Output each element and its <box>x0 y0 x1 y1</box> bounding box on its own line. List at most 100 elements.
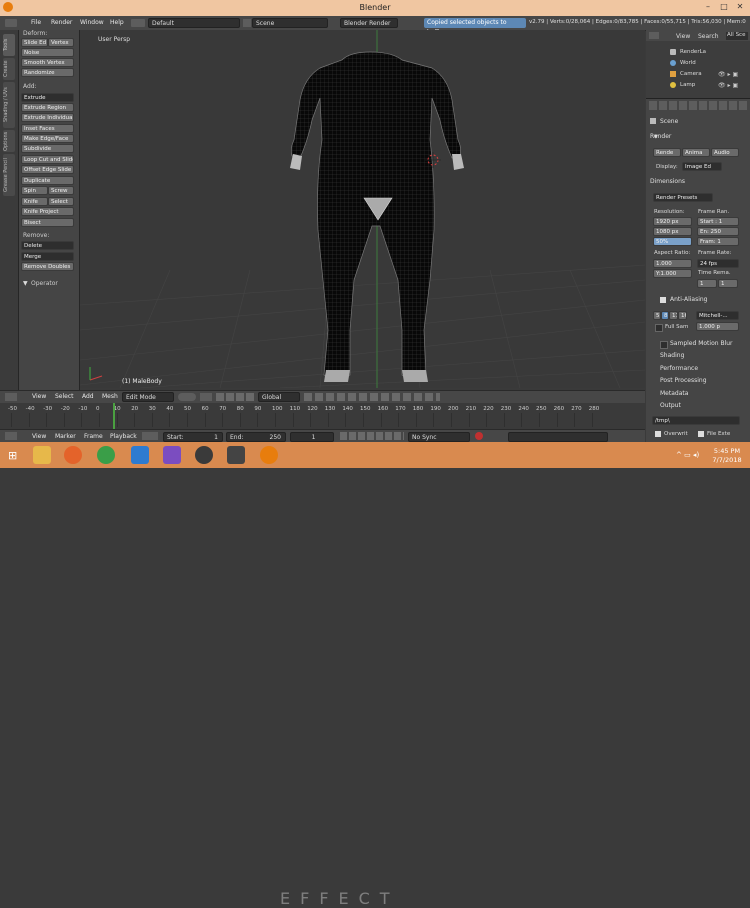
tab-grease-pencil[interactable]: Grease Pencil <box>3 154 15 196</box>
resolution-y-field[interactable]: 1080 px <box>653 227 692 236</box>
timeline-ruler[interactable]: -50 -40 -30 -20 -10 0 10 20 30 40 50 60 70 80 90 100 110… <box>0 405 645 429</box>
preview-range-icon[interactable] <box>142 432 158 440</box>
outliner-editor-icon[interactable] <box>649 32 659 39</box>
panel-collapse-icon[interactable]: ▼ <box>654 134 658 140</box>
timeline-menu-frame[interactable]: Frame <box>84 433 103 440</box>
file-extension-checkbox[interactable] <box>698 431 704 437</box>
menu-window[interactable]: Window <box>80 19 104 26</box>
manipulator-icons[interactable] <box>216 393 254 401</box>
start-windows-icon[interactable]: ⊞ <box>8 449 17 462</box>
render-presets-dropdown[interactable]: Render Presets <box>653 193 713 202</box>
loop-cut-slide-button[interactable]: Loop Cut and Slide <box>21 155 74 164</box>
tab-options[interactable]: Options <box>3 130 15 152</box>
slide-edge-button[interactable]: Slide Ed <box>21 38 48 47</box>
end-frame-input[interactable]: End: 250 <box>226 432 286 442</box>
motion-blur-checkbox[interactable] <box>660 341 668 349</box>
editor-type-icon[interactable] <box>5 19 17 27</box>
duplicate-button[interactable]: Duplicate <box>21 176 74 185</box>
menu-add[interactable]: Add <box>82 393 94 400</box>
layout-selector[interactable]: Default <box>148 18 240 28</box>
randomize-button[interactable]: Randomize <box>21 68 74 77</box>
system-tray-icons[interactable]: ^ ▭ ◂) <box>676 451 699 459</box>
menu-render[interactable]: Render <box>51 19 72 26</box>
timeline-menu-playback[interactable]: Playback <box>110 433 137 440</box>
make-edge-face-button[interactable]: Make Edge/Face <box>21 134 74 143</box>
resolution-x-field[interactable]: 1920 px <box>653 217 692 226</box>
aa-5-button[interactable]: 5 <box>653 311 661 320</box>
merge-dropdown[interactable]: Merge <box>21 252 74 261</box>
outliner-display-selector[interactable]: All Sce <box>726 32 748 40</box>
outliner-item-renderlayers[interactable]: RenderLa <box>680 49 706 55</box>
viewport-shading-icon[interactable] <box>178 393 196 401</box>
outliner-view-menu[interactable]: View <box>676 33 690 40</box>
shading-panel-header[interactable]: Shading <box>660 352 684 359</box>
bisect-button[interactable]: Bisect <box>21 218 74 227</box>
current-frame-input[interactable]: 1 <box>290 432 334 442</box>
menu-help[interactable]: Help <box>110 19 124 26</box>
3d-view-editor-icon[interactable] <box>5 393 17 401</box>
taskbar-date[interactable]: 7/7/2018 <box>710 456 744 464</box>
firefox-icon[interactable] <box>64 446 82 464</box>
aa-16-button[interactable]: 16 <box>678 311 687 320</box>
taskbar-clock[interactable]: 5:45 PM <box>712 447 742 455</box>
knife-project-button[interactable]: Knife Project <box>21 207 74 216</box>
add-layout-icon[interactable] <box>243 19 251 27</box>
webcam-app-icon[interactable] <box>195 446 213 464</box>
anti-aliasing-panel-header[interactable]: Anti-Aliasing <box>670 296 707 303</box>
security-shield-icon[interactable] <box>131 446 149 464</box>
operator-panel-header[interactable]: Operator <box>31 280 58 287</box>
aa-11-button[interactable]: 11 <box>669 311 678 320</box>
tab-tools[interactable]: Tools <box>3 34 15 56</box>
vertex-button[interactable]: Vertex <box>48 38 74 47</box>
current-frame-indicator[interactable] <box>113 403 115 429</box>
start-frame-field[interactable]: Start : 1 <box>697 217 739 226</box>
chrome-icon[interactable] <box>97 446 115 464</box>
timeline[interactable]: -50 -40 -30 -20 -10 0 10 20 30 40 50 60 70 80 90 100 110… <box>0 403 645 429</box>
file-explorer-icon[interactable] <box>33 446 51 464</box>
tab-shading-uvs[interactable]: Shading / UVs <box>3 82 15 128</box>
filter-size-field[interactable]: 1.000 p <box>696 322 739 331</box>
maximize-icon[interactable]: □ <box>716 2 732 11</box>
properties-context-tabs[interactable] <box>649 101 747 111</box>
render-engine-selector[interactable]: Blender Render <box>340 18 398 28</box>
mode-selector[interactable]: Edit Mode <box>122 392 174 402</box>
anti-aliasing-checkbox[interactable] <box>660 297 666 303</box>
output-panel-header[interactable]: Output <box>660 402 681 409</box>
extrude-dropdown[interactable]: Extrude <box>21 93 74 102</box>
lamp-visibility-icon[interactable]: 👁 ▸ ▣ <box>718 82 738 89</box>
menu-select[interactable]: Select <box>55 393 74 400</box>
time-remap-old-field[interactable]: 1 <box>697 279 717 288</box>
subdivide-button[interactable]: Subdivide <box>21 144 74 153</box>
outliner-item-camera[interactable]: Camera <box>680 71 702 77</box>
spin-button[interactable]: Spin <box>21 186 48 195</box>
frame-step-field[interactable]: Fram: 1 <box>697 237 739 246</box>
menu-mesh[interactable]: Mesh <box>102 393 118 400</box>
outliner-item-world[interactable]: World <box>680 60 696 66</box>
audio-button[interactable]: Audio <box>711 148 739 157</box>
keying-set-field[interactable] <box>508 432 608 442</box>
sync-mode-selector[interactable]: No Sync <box>408 432 470 442</box>
end-frame-field[interactable]: En: 250 <box>697 227 739 236</box>
menu-file[interactable]: File <box>31 19 41 26</box>
sampled-motion-blur-panel-header[interactable]: Sampled Motion Blur <box>670 340 733 347</box>
game-app-icon[interactable] <box>227 446 245 464</box>
playback-controls-icons[interactable] <box>340 432 404 440</box>
operator-panel-arrow-icon[interactable]: ▼ <box>23 280 28 287</box>
full-sample-checkbox[interactable] <box>655 324 663 332</box>
dimensions-panel-header[interactable]: Dimensions <box>650 178 685 185</box>
post-processing-panel-header[interactable]: Post Processing <box>660 377 707 384</box>
aspect-y-field[interactable]: Y:1.000 <box>653 269 692 278</box>
layout-grid-icon[interactable] <box>131 19 145 27</box>
menu-view[interactable]: View <box>32 393 46 400</box>
3d-viewport[interactable]: User Persp (1) MaleBody <box>80 30 645 388</box>
select-button[interactable]: Select <box>48 197 74 206</box>
tab-create[interactable]: Create <box>3 58 15 80</box>
close-icon[interactable]: ✕ <box>732 2 748 11</box>
start-frame-input[interactable]: Start: 1 <box>163 432 223 442</box>
render-button[interactable]: Rende <box>653 148 681 157</box>
performance-panel-header[interactable]: Performance <box>660 365 698 372</box>
aa-8-button[interactable]: 8 <box>661 311 669 320</box>
output-path-field[interactable]: /tmp\ <box>652 416 740 425</box>
offset-edge-slide-button[interactable]: Offset Edge Slide <box>21 165 74 174</box>
timeline-menu-marker[interactable]: Marker <box>55 433 76 440</box>
